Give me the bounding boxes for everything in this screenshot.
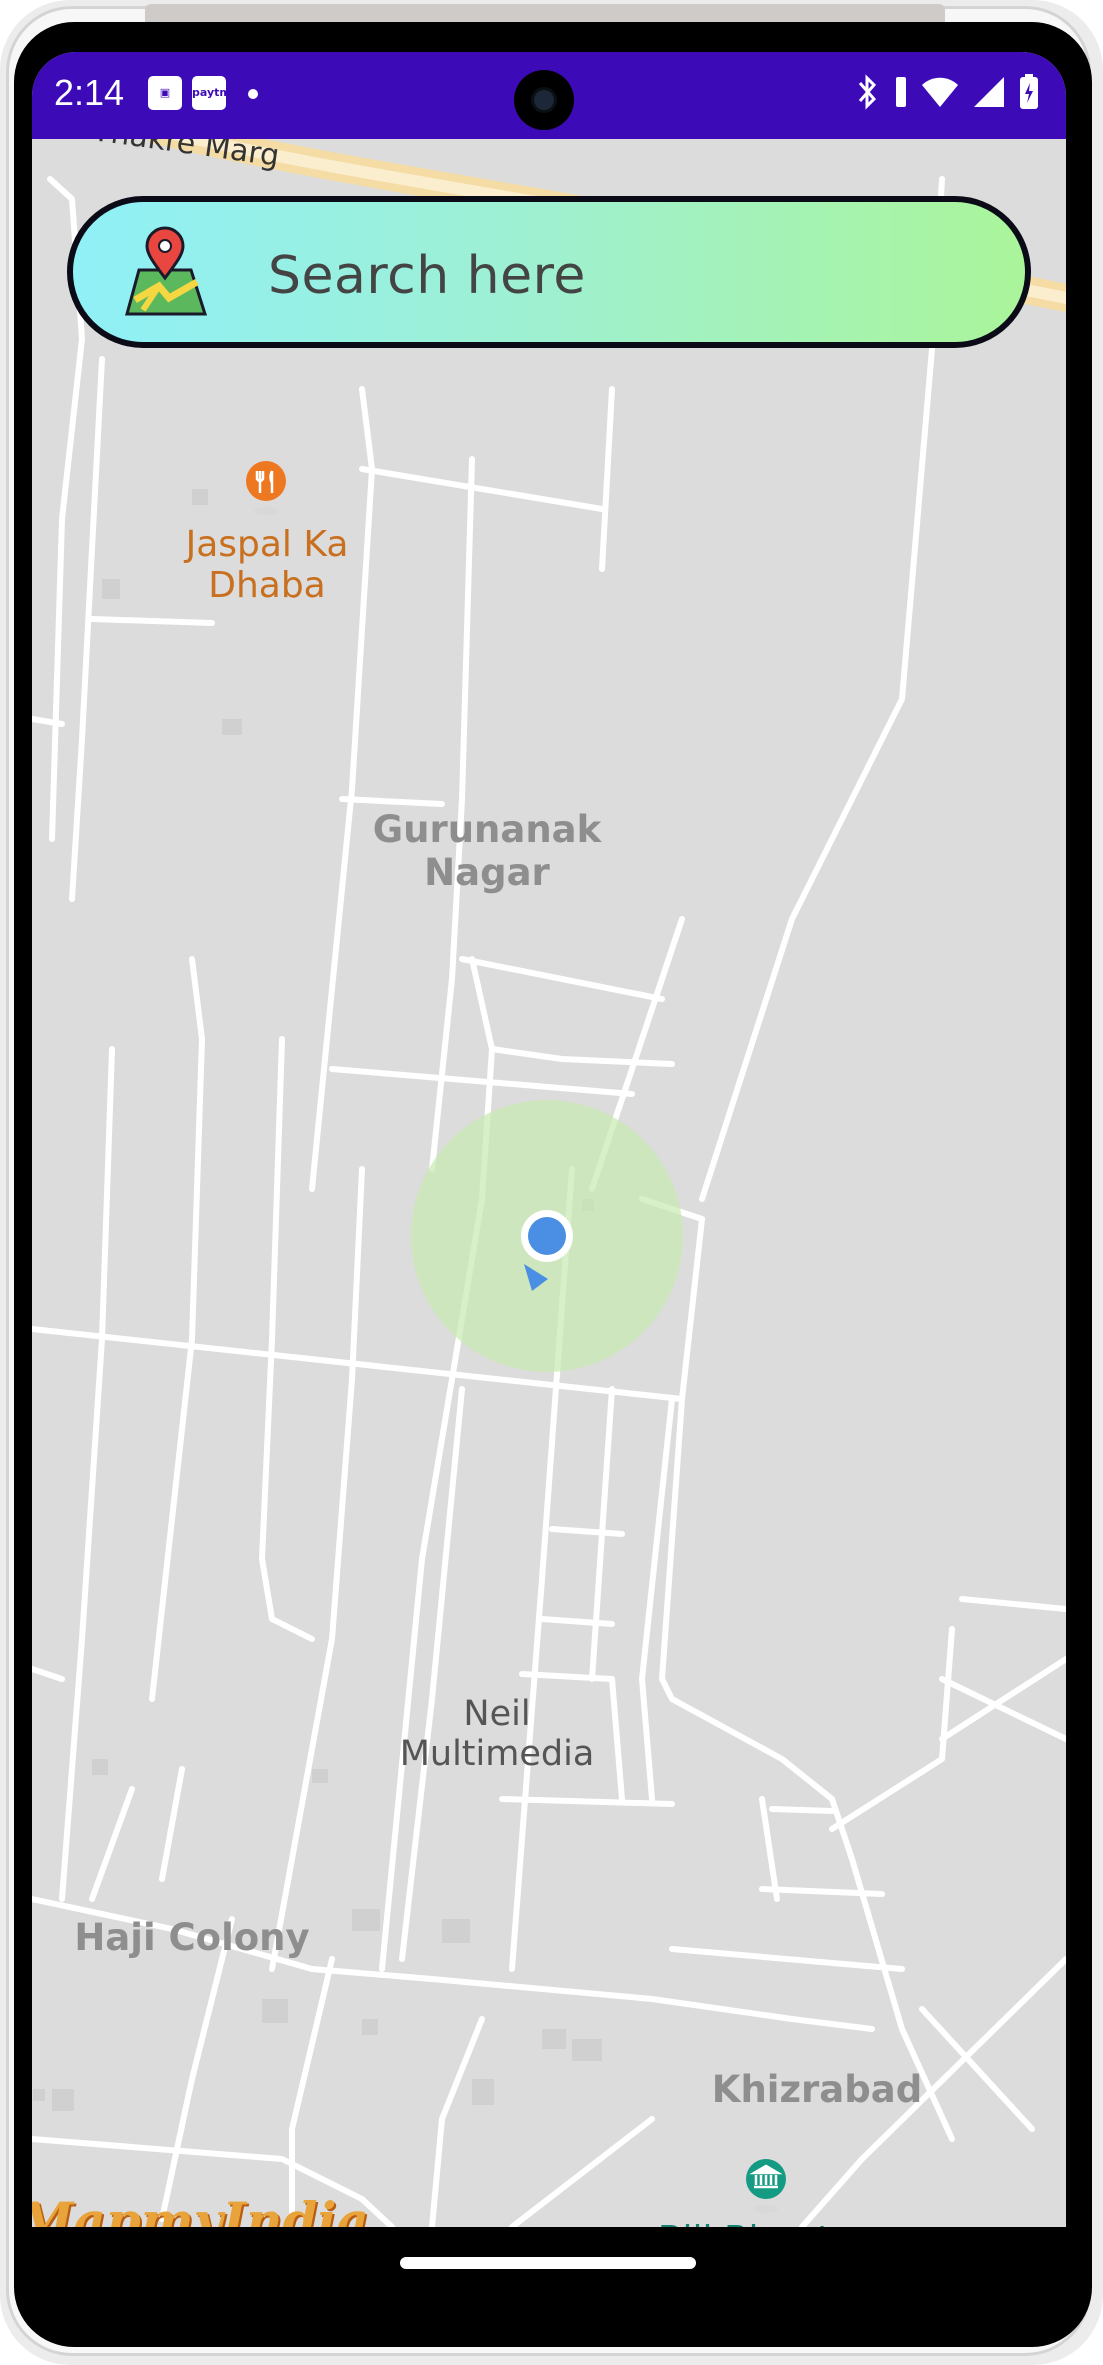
status-bar: 2:14 ▣ paytm	[32, 52, 1066, 139]
battery-charging-icon	[1020, 74, 1038, 109]
place-jaspal-ka-dhaba[interactable]: Jaspal Ka Dhaba	[182, 524, 352, 607]
map-view[interactable]: Thakre Marg Jaspal Ka Dhaba Gurunanak Na…	[32, 113, 1066, 2227]
place-neil-multimedia[interactable]: Neil Multimedia	[397, 1694, 597, 1775]
restaurant-icon	[246, 461, 286, 515]
current-location	[411, 1100, 683, 1372]
place-gurunanak-nagar: Gurunanak Nagar	[372, 808, 602, 894]
save-app-icon: ▣	[148, 76, 182, 110]
camera-lens	[534, 90, 554, 110]
place-bill-bhugtan[interactable]: Bill Bhugtan	[642, 2219, 892, 2227]
paytm-icon: paytm	[192, 76, 231, 110]
bluetooth-icon	[858, 74, 877, 110]
mapmyindia-logo: MapmyIndia	[32, 2191, 369, 2227]
home-gesture-bar[interactable]	[400, 2257, 696, 2269]
cellular-signal-icon	[974, 77, 1004, 107]
screen: 2:14 ▣ paytm Thakre Marg Jaspal Ka Dhaba…	[32, 52, 1066, 2227]
notification-dot-icon	[248, 89, 258, 99]
vibrate-icon	[896, 77, 906, 107]
front-camera	[514, 70, 574, 130]
place-haji-colony: Haji Colony	[74, 1916, 310, 1959]
wifi-icon	[922, 77, 958, 107]
navigation-bar	[32, 2227, 1066, 2327]
government-building-icon	[746, 2159, 786, 2213]
place-khizrabad: Khizrabad	[711, 2068, 923, 2111]
search-bar[interactable]: Search here	[67, 196, 1031, 348]
status-icons	[852, 72, 1040, 112]
map-pin-icon	[125, 226, 208, 316]
search-input[interactable]: Search here	[268, 246, 586, 306]
status-time: 2:14	[54, 72, 125, 113]
